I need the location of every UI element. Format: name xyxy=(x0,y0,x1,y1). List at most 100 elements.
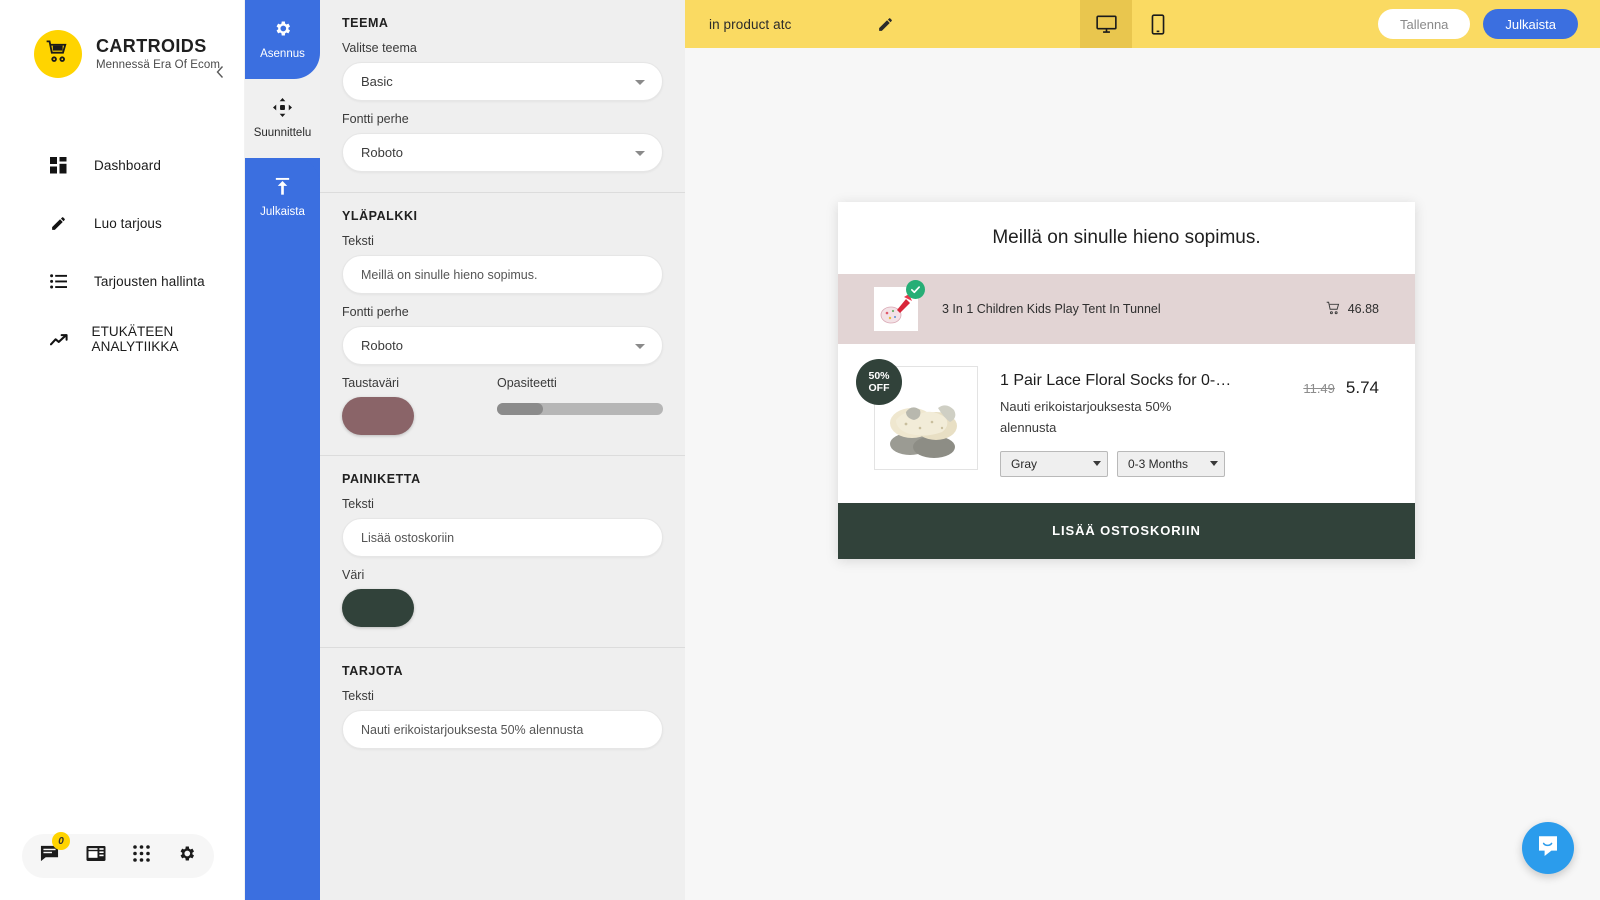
opacity-slider[interactable] xyxy=(497,403,663,415)
tab-asennus[interactable]: Asennus xyxy=(245,0,320,79)
sidebar-item-label: Tarjousten hallinta xyxy=(94,273,205,289)
gear-icon xyxy=(177,844,196,868)
button-color-swatch[interactable] xyxy=(342,589,414,627)
left-sidebar: CARTROIDS Mennessä Era Of Ecom Dashboard xyxy=(0,0,245,900)
chat-bubble-button[interactable]: 0 xyxy=(40,832,70,868)
upload-icon xyxy=(273,177,292,199)
theme-font-family-value: Roboto xyxy=(361,145,403,160)
field-label: Valitse teema xyxy=(342,41,417,55)
campaign-name: in product atc xyxy=(709,16,792,32)
header-font-family-select[interactable]: Roboto xyxy=(342,326,663,365)
variant-size-value: 0-3 Months xyxy=(1128,456,1189,471)
desktop-icon[interactable] xyxy=(1080,0,1132,48)
section-ylapalkki: YLÄPALKKI Teksti Meillä on sinulle hieno… xyxy=(320,193,685,456)
opacity-slider-fill xyxy=(497,403,544,415)
sidebar-item-etukateen-analytiikka[interactable]: ETUKÄTEEN ANALYTIIKKA xyxy=(0,310,244,368)
pencil-icon xyxy=(50,215,72,232)
trending-up-icon xyxy=(50,333,69,346)
cart-item-price-group: 46.88 xyxy=(1326,301,1379,318)
mobile-icon[interactable] xyxy=(1132,0,1184,48)
cart-item-title: 3 In 1 Children Kids Play Tent In Tunnel xyxy=(942,302,1161,316)
section-tarjota: TARJOTA Teksti Nauti erikoistarjouksesta… xyxy=(320,648,685,769)
discount-badge-off: OFF xyxy=(868,382,890,394)
brand-header: CARTROIDS Mennessä Era Of Ecom xyxy=(0,0,244,78)
dashboard-grid-icon xyxy=(50,156,72,174)
chevron-left-icon[interactable] xyxy=(210,62,230,82)
section-title: TARJOTA xyxy=(342,664,404,678)
offer-price-original: 11.49 xyxy=(1303,381,1335,396)
theme-select-value: Basic xyxy=(361,74,393,89)
news-article-button[interactable] xyxy=(86,845,106,867)
pencil-icon[interactable] xyxy=(877,16,894,33)
header-text-value: Meillä on sinulle hieno sopimus. xyxy=(361,267,538,282)
shopping-cart-icon xyxy=(1326,301,1340,318)
sidebar-item-label: Luo tarjous xyxy=(94,215,162,231)
chevron-down-icon xyxy=(1093,461,1101,467)
rail-active-background xyxy=(245,158,320,900)
brand-subtitle: Mennessä Era Of Ecom xyxy=(96,59,221,72)
variant-size-select[interactable]: 0-3 Months xyxy=(1117,450,1225,477)
shopping-cart-icon xyxy=(45,39,71,70)
device-toggle-group xyxy=(1080,0,1184,48)
check-circle-icon xyxy=(906,280,925,299)
section-title: TEEMA xyxy=(342,16,389,30)
sidebar-nav: Dashboard Luo tarjous Tarjousten hallint… xyxy=(0,136,244,368)
tab-julkaista[interactable]: Julkaista xyxy=(245,158,320,237)
sidebar-item-tarjousten-hallinta[interactable]: Tarjousten hallinta xyxy=(0,252,244,310)
field-label: Fontti perhe xyxy=(342,305,409,319)
list-icon xyxy=(50,273,72,289)
brand-logo xyxy=(34,30,82,78)
field-label: Fontti perhe xyxy=(342,112,409,126)
field-label: Teksti xyxy=(342,497,374,511)
sidebar-item-label: ETUKÄTEEN ANALYTIIKKA xyxy=(91,324,179,354)
cart-item-row: 3 In 1 Children Kids Play Tent In Tunnel… xyxy=(838,274,1415,344)
variant-color-value: Gray xyxy=(1011,456,1038,471)
tab-suunnittelu[interactable]: Suunnittelu xyxy=(245,79,320,158)
offer-item-row: 50% OFF 1 Pair Lace Floral Socks for 0-1… xyxy=(838,344,1415,503)
sidebar-item-luo-tarjous[interactable]: Luo tarjous xyxy=(0,194,244,252)
field-label: Teksti xyxy=(342,689,374,703)
tab-label: Suunnittelu xyxy=(253,127,312,139)
offer-price-discounted: 5.74 xyxy=(1345,378,1379,397)
move-arrows-icon xyxy=(273,98,292,120)
cart-item-price: 46.88 xyxy=(1347,302,1379,316)
offer-text-value: Nauti erikoistarjouksesta 50% alennusta xyxy=(361,722,584,737)
button-text-value: Lisää ostoskoriin xyxy=(361,530,455,545)
offer-item-title: 1 Pair Lace Floral Socks for 0-1… xyxy=(1000,372,1232,389)
field-label: Opasiteetti xyxy=(497,376,557,390)
news-article-icon xyxy=(86,845,106,867)
offer-text-input[interactable]: Nauti erikoistarjouksesta 50% alennusta xyxy=(342,710,663,749)
bottom-dock: 0 xyxy=(22,832,214,878)
field-label: Teksti xyxy=(342,234,374,248)
offer-price-group: 11.49 5.74 xyxy=(1303,378,1379,398)
intercom-launcher-button[interactable] xyxy=(1522,822,1574,874)
tab-label: Julkaista xyxy=(260,206,305,218)
sidebar-item-dashboard[interactable]: Dashboard xyxy=(0,136,244,194)
theme-select[interactable]: Basic xyxy=(342,62,663,101)
publish-button[interactable]: Julkaista xyxy=(1483,9,1578,39)
settings-panel: TEEMA Valitse teema Basic Fontti perhe R… xyxy=(320,0,685,900)
settings-button[interactable] xyxy=(177,844,196,868)
discount-badge-percent: 50% xyxy=(868,369,890,382)
offer-thumbnail-wrap: 50% OFF xyxy=(856,359,978,477)
popup-headline: Meillä on sinulle hieno sopimus. xyxy=(992,227,1261,248)
discount-badge: 50% OFF xyxy=(856,359,902,405)
tab-label: Asennus xyxy=(260,48,305,60)
theme-font-family-select[interactable]: Roboto xyxy=(342,133,663,172)
variant-color-select[interactable]: Gray xyxy=(1000,450,1108,477)
save-button[interactable]: Tallenna xyxy=(1377,9,1471,39)
header-text-input[interactable]: Meillä on sinulle hieno sopimus. xyxy=(342,255,663,294)
add-to-cart-button[interactable]: LISÄÄ OSTOSKORIIN xyxy=(838,502,1415,559)
button-text-input[interactable]: Lisää ostoskoriin xyxy=(342,518,663,557)
offer-variant-selects: Gray 0-3 Months xyxy=(1000,450,1379,477)
topbar-actions: Tallenna Julkaista xyxy=(1377,0,1578,48)
chevron-down-icon xyxy=(1210,461,1218,467)
header-background-color-swatch[interactable] xyxy=(342,397,414,435)
chat-unread-badge: 0 xyxy=(52,832,70,850)
editor-step-rail: Asennus Suunnittelu Julkaista xyxy=(245,0,320,900)
cart-item-thumbnail xyxy=(874,280,925,331)
apps-grid-button[interactable] xyxy=(133,845,150,867)
sidebar-item-label: Dashboard xyxy=(94,157,161,173)
page-title: CARTROIDS xyxy=(96,35,207,56)
apps-grid-icon xyxy=(133,845,150,867)
